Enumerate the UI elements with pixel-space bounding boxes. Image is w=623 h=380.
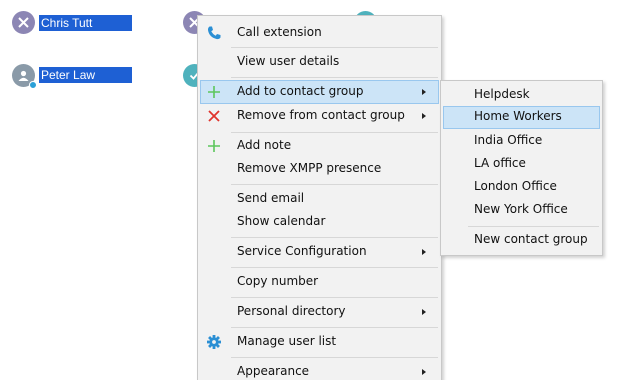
submenu-item-label: Home Workers: [474, 109, 562, 123]
submenu-item-new-york-office[interactable]: New York Office: [443, 199, 600, 222]
submenu-item-label: Helpdesk: [474, 87, 530, 101]
submenu-item-new-contact-group[interactable]: New contact group: [443, 229, 600, 252]
submenu-arrow-icon: [422, 89, 426, 95]
menu-item-send-email[interactable]: Send email: [200, 187, 439, 211]
contact-context-menu: Call extension View user details Add to …: [197, 15, 442, 380]
menu-item-call-extension[interactable]: Call extension: [200, 21, 439, 45]
contact-group-submenu: Helpdesk Home Workers India Office LA of…: [440, 80, 603, 256]
gear-icon: [207, 335, 221, 349]
menu-item-view-user-details[interactable]: View user details: [200, 50, 439, 74]
submenu-separator: [468, 226, 599, 227]
menu-separator: [231, 357, 438, 358]
menu-item-personal-directory[interactable]: Personal directory: [200, 300, 439, 324]
contact-name: Peter Law: [39, 67, 132, 83]
menu-item-label: Manage user list: [237, 334, 337, 348]
submenu-item-label: New contact group: [474, 232, 588, 246]
submenu-item-home-workers[interactable]: Home Workers: [443, 106, 600, 129]
submenu-item-india-office[interactable]: India Office: [443, 130, 600, 153]
menu-item-label: Send email: [237, 191, 305, 205]
submenu-item-label: London Office: [474, 179, 557, 193]
menu-item-service-configuration[interactable]: Service Configuration: [200, 240, 439, 264]
menu-separator: [231, 184, 438, 185]
menu-separator: [231, 77, 438, 78]
menu-item-remove-from-contact-group[interactable]: Remove from contact group: [200, 104, 439, 128]
menu-separator: [231, 267, 438, 268]
menu-item-label: View user details: [237, 54, 340, 68]
presence-indicator-icon: [29, 81, 37, 89]
plus-icon: [208, 86, 220, 98]
unavailable-avatar-icon: [12, 11, 35, 34]
menu-item-show-calendar[interactable]: Show calendar: [200, 210, 439, 234]
submenu-arrow-icon: [422, 309, 426, 315]
menu-item-label: Show calendar: [237, 214, 326, 228]
menu-item-label: Remove XMPP presence: [237, 161, 382, 175]
submenu-arrow-icon: [422, 113, 426, 119]
menu-item-appearance[interactable]: Appearance: [200, 360, 439, 380]
submenu-item-label: India Office: [474, 133, 543, 147]
menu-item-label: Copy number: [237, 274, 319, 288]
menu-item-copy-number[interactable]: Copy number: [200, 270, 439, 294]
submenu-item-la-office[interactable]: LA office: [443, 153, 600, 176]
menu-item-add-to-contact-group[interactable]: Add to contact group: [200, 80, 439, 104]
submenu-item-label: New York Office: [474, 202, 568, 216]
remove-icon: [208, 110, 220, 122]
menu-item-manage-user-list[interactable]: Manage user list: [200, 330, 439, 354]
submenu-item-label: LA office: [474, 156, 526, 170]
menu-item-label: Remove from contact group: [237, 108, 405, 122]
menu-item-label: Call extension: [237, 25, 322, 39]
phone-icon: [207, 26, 221, 40]
submenu-arrow-icon: [422, 369, 426, 375]
submenu-item-helpdesk[interactable]: Helpdesk: [443, 84, 600, 107]
menu-item-label: Appearance: [237, 364, 310, 378]
menu-item-label: Service Configuration: [237, 244, 367, 258]
menu-separator: [231, 132, 438, 133]
submenu-item-london-office[interactable]: London Office: [443, 176, 600, 199]
contact-name: Chris Tutt: [39, 15, 132, 31]
menu-separator: [231, 237, 438, 238]
menu-item-label: Add to contact group: [237, 84, 364, 98]
menu-item-remove-xmpp-presence[interactable]: Remove XMPP presence: [200, 157, 439, 181]
menu-separator: [231, 327, 438, 328]
menu-item-add-note[interactable]: Add note: [200, 134, 439, 158]
menu-separator: [231, 297, 438, 298]
menu-item-label: Personal directory: [237, 304, 346, 318]
menu-separator: [231, 47, 438, 48]
menu-item-label: Add note: [237, 138, 292, 152]
submenu-arrow-icon: [422, 249, 426, 255]
plus-icon: [208, 140, 220, 152]
